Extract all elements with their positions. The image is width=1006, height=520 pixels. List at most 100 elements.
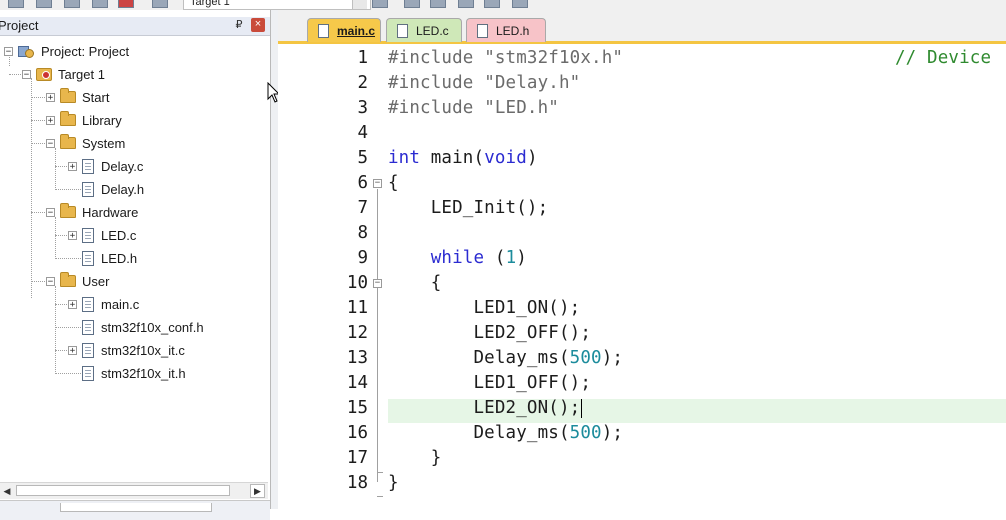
tree-file[interactable]: LED.h — [68, 248, 137, 268]
code-line-7: LED_Init(); — [388, 198, 549, 218]
line-number: 2 — [357, 73, 368, 93]
tree-file[interactable]: + stm32f10x_it.c — [68, 340, 185, 360]
collapse-icon[interactable]: − — [22, 69, 31, 79]
fold-toggle-icon[interactable]: − — [373, 179, 382, 188]
scroll-right-icon[interactable]: ▶ — [250, 484, 265, 498]
tree-project-root[interactable]: − Project: Project — [4, 41, 129, 61]
tree-group-library[interactable]: + Library — [46, 110, 122, 130]
collapse-icon[interactable]: − — [46, 207, 55, 217]
scroll-left-icon[interactable]: ◀ — [0, 485, 14, 497]
expand-icon[interactable]: + — [68, 345, 77, 355]
tree-group-system[interactable]: − System — [46, 133, 125, 153]
line-number: 13 — [346, 348, 368, 368]
tree-label: System — [82, 135, 126, 151]
tree-label: main.c — [101, 296, 140, 312]
tree-file[interactable]: + Delay.c — [68, 156, 143, 176]
collapse-icon[interactable]: − — [4, 46, 13, 56]
text-caret — [581, 398, 583, 418]
code-line-14: LED1_OFF(); — [388, 373, 592, 393]
tree-file[interactable]: Delay.h — [68, 179, 144, 199]
target-select[interactable]: Target 1 — [183, 0, 371, 10]
tab-led-h[interactable]: LED.h — [466, 18, 546, 42]
expand-icon[interactable]: + — [46, 92, 55, 102]
toolbar-icon[interactable] — [404, 0, 420, 8]
file-icon — [82, 158, 94, 174]
tab-label: LED.c — [416, 23, 449, 38]
line-number: 8 — [357, 223, 368, 243]
line-number: 3 — [357, 98, 368, 118]
project-panel: Project ₽ × − Project: Project − Target … — [0, 10, 271, 520]
tree-label: LED.h — [101, 250, 138, 266]
line-number: 6 — [357, 173, 368, 193]
delete-icon[interactable] — [118, 0, 134, 8]
code-line-6: { — [388, 173, 399, 193]
tab-main-c[interactable]: main.c — [307, 18, 381, 42]
tree-label: Library — [82, 112, 122, 128]
code-editor: main.c LED.c LED.h 1 2 3 4 5 6 7 8 9 10 … — [278, 10, 1006, 509]
tree-target[interactable]: − Target 1 — [22, 64, 105, 84]
line-number: 5 — [357, 148, 368, 168]
folder-icon — [60, 88, 76, 103]
chevron-down-icon[interactable] — [352, 0, 367, 9]
collapse-icon[interactable]: − — [46, 276, 55, 286]
file-icon — [82, 296, 94, 312]
file-icon — [82, 227, 94, 243]
expand-icon[interactable]: + — [46, 115, 55, 125]
code-comment: // Device — [895, 48, 992, 68]
fold-toggle-icon[interactable]: − — [373, 279, 382, 288]
toolbar-icon[interactable] — [152, 0, 168, 8]
tree-file[interactable]: + main.c — [68, 294, 139, 314]
line-number: 1 — [357, 48, 368, 68]
horizontal-scrollbar[interactable]: ◀ ▶ — [0, 482, 268, 499]
tree-file[interactable]: stm32f10x_conf.h — [68, 317, 204, 337]
toolbar-icon[interactable] — [8, 0, 24, 8]
toolbar-icon[interactable] — [512, 0, 528, 8]
pin-icon[interactable]: ₽ — [232, 18, 246, 32]
tree-label: stm32f10x_conf.h — [101, 319, 204, 335]
line-number: 14 — [346, 373, 368, 393]
tree-group-hardware[interactable]: − Hardware — [46, 202, 138, 222]
tree-label: LED.c — [101, 227, 137, 243]
toolbar-icon[interactable] — [458, 0, 474, 8]
tree-file[interactable]: stm32f10x_it.h — [68, 363, 186, 383]
collapse-icon[interactable]: − — [46, 138, 55, 148]
close-panel-button[interactable]: × — [251, 18, 265, 32]
line-number: 15 — [346, 398, 368, 418]
file-icon — [82, 181, 94, 197]
toolbar-icon[interactable] — [64, 0, 80, 8]
code-line-13: Delay_ms(500); — [388, 348, 624, 368]
tree-file[interactable]: + LED.c — [68, 225, 136, 245]
line-number: 9 — [357, 248, 368, 268]
folder-open-icon — [60, 134, 76, 149]
project-panel-title: Project — [0, 18, 39, 33]
editor-tab-bar: main.c LED.c LED.h — [278, 10, 1006, 44]
tree-label: Delay.h — [101, 181, 145, 197]
code-line-1: #include "stm32f10x.h" — [388, 48, 624, 68]
scrollbar-thumb[interactable] — [16, 485, 230, 496]
toolbar-icon[interactable] — [430, 0, 446, 8]
toolbar-icon[interactable] — [36, 0, 52, 8]
project-panel-header: Project ₽ × — [0, 17, 270, 36]
expand-icon[interactable]: + — [68, 230, 77, 240]
toolbar-icon[interactable] — [92, 0, 108, 8]
expand-icon[interactable]: + — [68, 161, 77, 171]
target-icon — [36, 67, 52, 81]
expand-icon[interactable]: + — [68, 299, 77, 309]
tab-led-c[interactable]: LED.c — [386, 18, 462, 42]
toolbar-icon[interactable] — [372, 0, 388, 8]
code-line-5: int main(void) — [388, 148, 538, 168]
tree-group-user[interactable]: − User — [46, 271, 109, 291]
line-number: 16 — [346, 423, 368, 443]
tree-group-start[interactable]: + Start — [46, 87, 109, 107]
tree-label: Hardware — [82, 204, 139, 220]
code-area[interactable]: 1 2 3 4 5 6 7 8 9 10 11 12 13 14 15 16 1… — [278, 44, 1006, 509]
file-icon — [477, 23, 488, 38]
line-number: 18 — [346, 473, 368, 493]
toolbar-icon[interactable] — [484, 0, 500, 8]
tab-label: LED.h — [496, 23, 530, 38]
panel-tab[interactable] — [60, 503, 212, 512]
line-number-gutter: 1 2 3 4 5 6 7 8 9 10 11 12 13 14 15 16 1… — [278, 44, 370, 509]
target-select-value: Target 1 — [190, 0, 230, 8]
tree-label: Project: Project — [41, 43, 130, 59]
tab-label: main.c — [337, 23, 376, 38]
